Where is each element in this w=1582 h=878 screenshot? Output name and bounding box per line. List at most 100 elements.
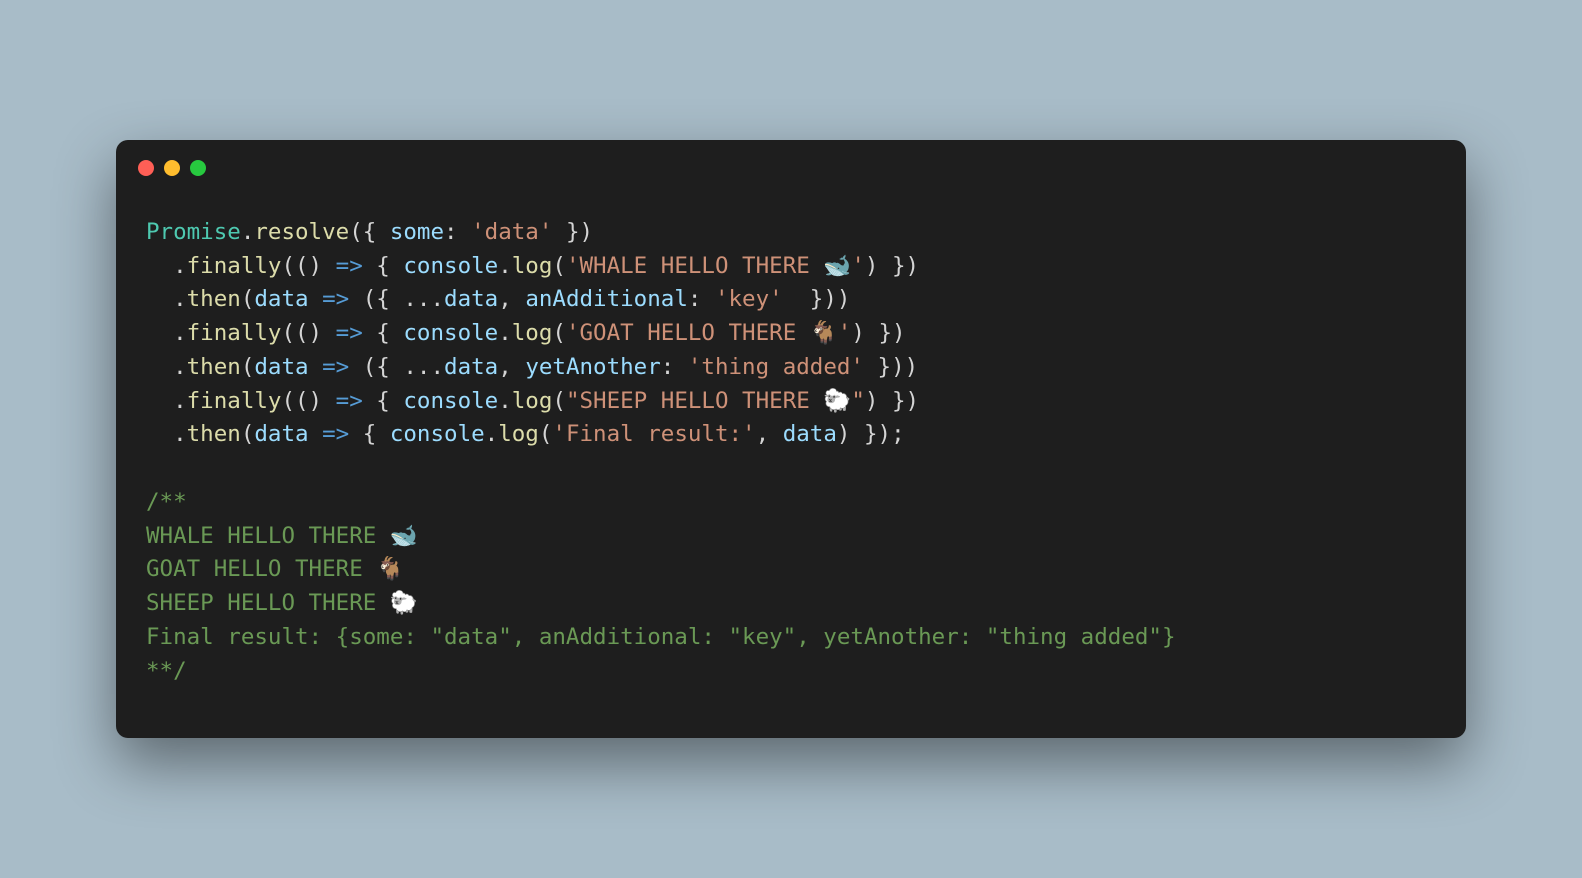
code-token: ({ [349, 219, 390, 245]
code-token: then [187, 421, 241, 447]
code-token: finally [187, 320, 282, 346]
code-token: . [146, 320, 187, 346]
code-token: => [336, 253, 363, 279]
code-token: : [661, 354, 688, 380]
code-token: . [498, 253, 512, 279]
code-line: .finally(() => { console.log('GOAT HELLO… [146, 317, 1436, 351]
code-token: finally [187, 388, 282, 414]
code-token: 'data' [471, 219, 552, 245]
code-token: { [363, 388, 404, 414]
code-token: => [322, 421, 349, 447]
code-token: : [688, 286, 715, 312]
code-token: 'WHALE HELLO THERE 🐋' [566, 253, 865, 279]
code-token: ( [539, 421, 553, 447]
code-token: (() [281, 320, 335, 346]
code-token [309, 354, 323, 380]
code-token: then [187, 354, 241, 380]
code-token: console [403, 320, 498, 346]
code-token: log [512, 253, 553, 279]
code-token: log [512, 320, 553, 346]
code-token: ({ ... [349, 354, 444, 380]
code-line: GOAT HELLO THERE 🐐 [146, 553, 1436, 587]
code-token [309, 421, 323, 447]
code-token: console [403, 253, 498, 279]
code-token: Promise [146, 219, 241, 245]
code-line: SHEEP HELLO THERE 🐑 [146, 587, 1436, 621]
code-token: => [322, 286, 349, 312]
code-token: (() [281, 388, 335, 414]
code-token: data [444, 286, 498, 312]
code-token: { [363, 253, 404, 279]
code-line: .then(data => ({ ...data, yetAnother: 't… [146, 351, 1436, 385]
code-token: : [444, 219, 471, 245]
code-token: WHALE HELLO THERE 🐋 [146, 523, 418, 549]
code-token: 'key' [715, 286, 783, 312]
code-token: some [390, 219, 444, 245]
code-token: . [146, 354, 187, 380]
code-token: { [349, 421, 390, 447]
code-line: .then(data => { console.log('Final resul… [146, 418, 1436, 452]
code-token: , [498, 354, 525, 380]
code-token: log [498, 421, 539, 447]
code-token: "SHEEP HELLO THERE 🐑" [566, 388, 865, 414]
code-token: /** [146, 489, 187, 515]
code-token: . [146, 286, 187, 312]
code-token: yetAnother [525, 354, 660, 380]
code-token: }) [552, 219, 593, 245]
code-line: Final result: {some: "data", anAdditiona… [146, 621, 1436, 655]
code-line: .finally(() => { console.log('WHALE HELL… [146, 250, 1436, 284]
code-line: .finally(() => { console.log("SHEEP HELL… [146, 385, 1436, 419]
code-token: resolve [254, 219, 349, 245]
code-line: **/ [146, 655, 1436, 689]
code-token: . [241, 219, 255, 245]
code-token: ( [552, 320, 566, 346]
window-maximize-button[interactable] [190, 160, 206, 176]
code-token: . [146, 253, 187, 279]
code-token: console [390, 421, 485, 447]
code-token: => [336, 320, 363, 346]
code-token: log [512, 388, 553, 414]
code-line: Promise.resolve({ some: 'data' }) [146, 216, 1436, 250]
code-token: ) }) [851, 320, 905, 346]
code-content: Promise.resolve({ some: 'data' }) .final… [116, 186, 1466, 739]
code-token: ( [552, 388, 566, 414]
window-titlebar [116, 140, 1466, 186]
code-token: data [254, 421, 308, 447]
code-token: => [322, 354, 349, 380]
code-token: data [254, 354, 308, 380]
code-token: (() [281, 253, 335, 279]
code-token [309, 286, 323, 312]
code-token: Final result: {some: "data", anAdditiona… [146, 624, 1176, 650]
code-token: })) [783, 286, 851, 312]
code-token: GOAT HELLO THERE 🐐 [146, 556, 404, 582]
code-token: ) }) [865, 253, 919, 279]
code-token: ({ ... [349, 286, 444, 312]
code-token: ( [552, 253, 566, 279]
code-window: Promise.resolve({ some: 'data' }) .final… [116, 140, 1466, 739]
code-token: . [485, 421, 499, 447]
code-line [146, 452, 1436, 486]
code-token: finally [187, 253, 282, 279]
code-token: **/ [146, 658, 187, 684]
code-token: ( [241, 421, 255, 447]
code-token: 'GOAT HELLO THERE 🐐' [566, 320, 851, 346]
code-token: => [336, 388, 363, 414]
code-token: . [146, 388, 187, 414]
code-token: 'Final result:' [552, 421, 755, 447]
code-token: ) }); [837, 421, 905, 447]
code-token: })) [864, 354, 918, 380]
window-close-button[interactable] [138, 160, 154, 176]
code-token: . [498, 320, 512, 346]
code-line: /** [146, 486, 1436, 520]
code-token: anAdditional [525, 286, 688, 312]
code-token: SHEEP HELLO THERE 🐑 [146, 590, 418, 616]
code-token: . [146, 421, 187, 447]
code-line: WHALE HELLO THERE 🐋 [146, 520, 1436, 554]
code-token: then [187, 286, 241, 312]
code-token: . [498, 388, 512, 414]
code-token: data [444, 354, 498, 380]
window-minimize-button[interactable] [164, 160, 180, 176]
code-token: 'thing added' [688, 354, 864, 380]
code-token: data [783, 421, 837, 447]
code-token: ) }) [865, 388, 919, 414]
